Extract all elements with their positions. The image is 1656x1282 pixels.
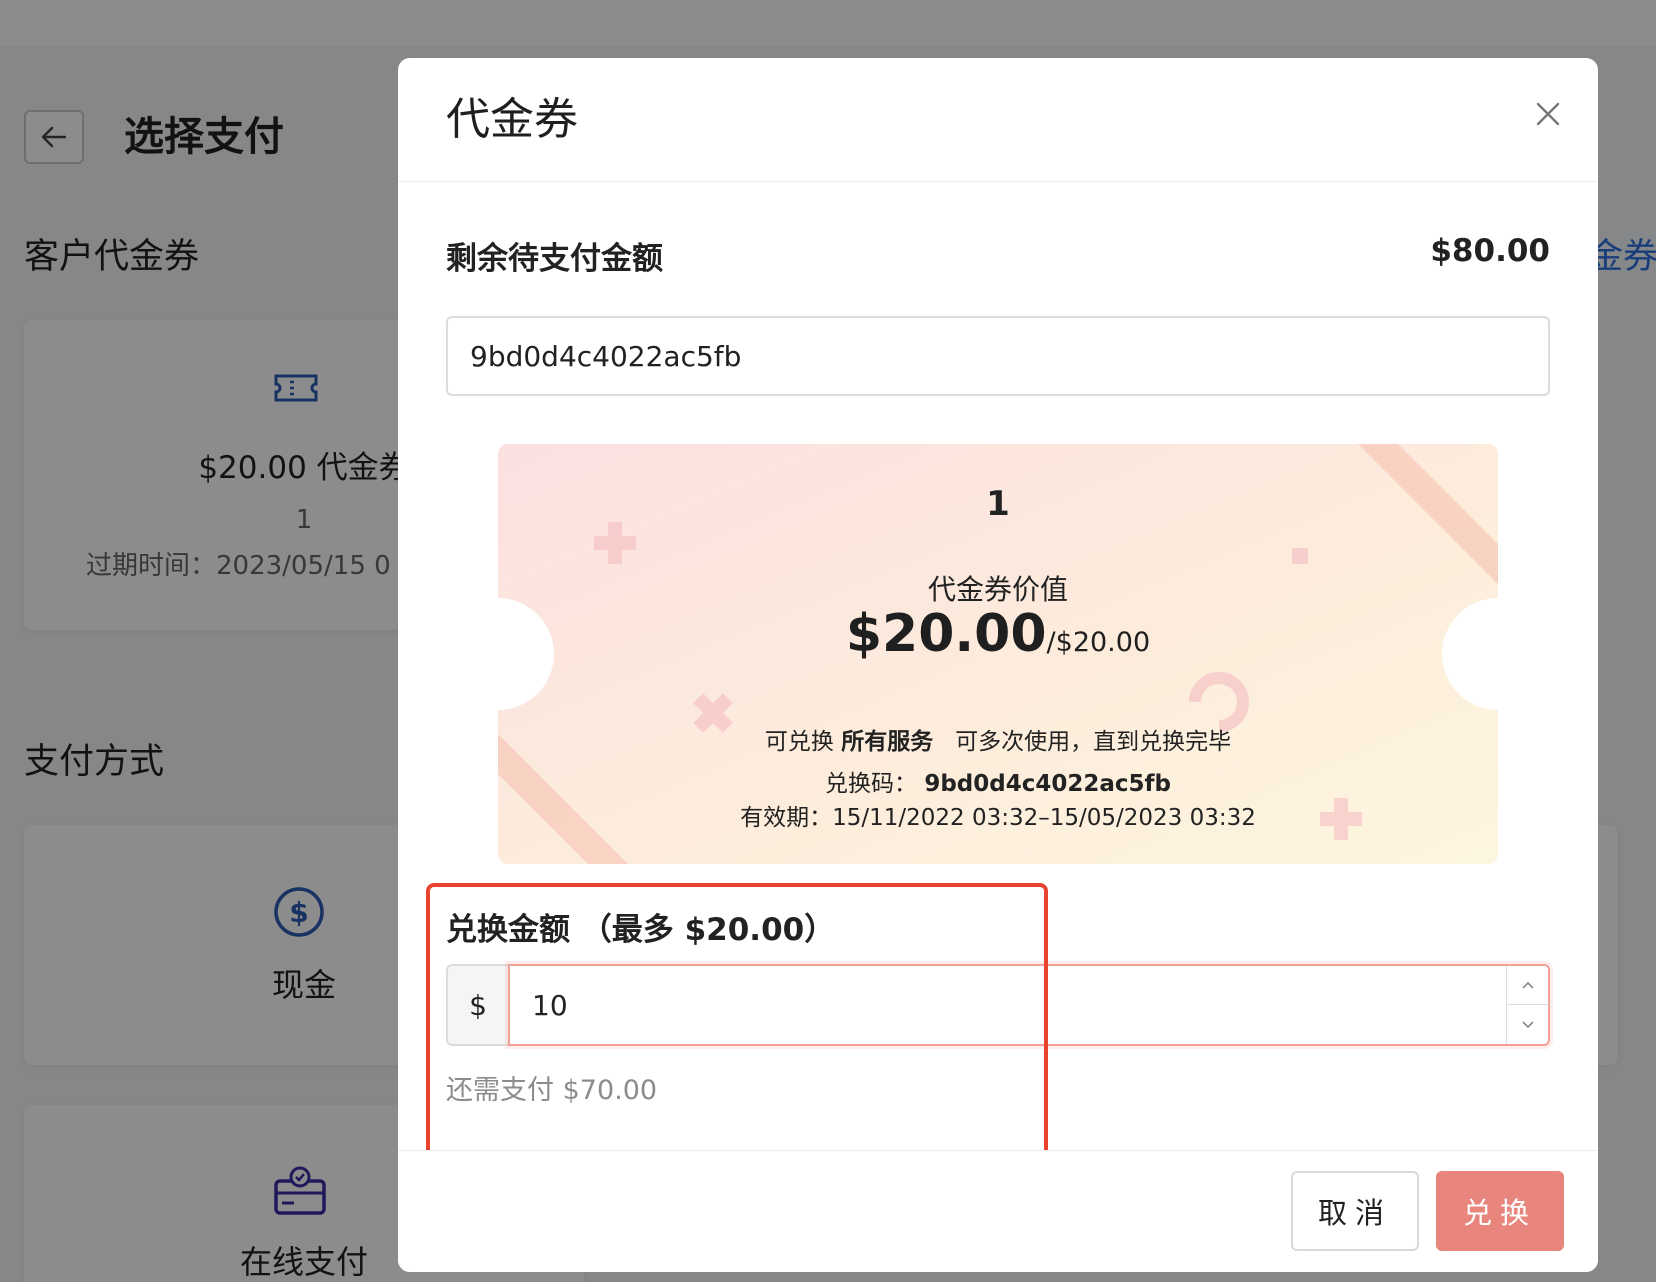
voucher-validity: 有效期：15/11/2022 03:32–15/05/2023 03:32 (740, 805, 1256, 831)
modal-header: 代金券 (398, 58, 1598, 182)
increment-button[interactable] (1507, 966, 1549, 1005)
voucher-modal: 代金券 剩余待支付金额 $80.00 9bd0d4c4022ac5fb 1 代金… (398, 58, 1598, 1272)
voucher-value-total: /$20.00 (1046, 627, 1151, 658)
remaining-amount-label: 剩余待支付金额 (446, 241, 663, 277)
highlight-annotation-box (426, 883, 1048, 1189)
close-icon[interactable] (1528, 94, 1568, 134)
modal-title: 代金券 (446, 94, 578, 145)
decrement-button[interactable] (1507, 1005, 1549, 1044)
remaining-amount-value: $80.00 (1430, 233, 1550, 269)
chevron-down-icon (1522, 1020, 1534, 1028)
chevron-up-icon (1522, 981, 1534, 989)
amount-stepper (1506, 966, 1549, 1044)
usage-scope: 所有服务 (841, 729, 934, 755)
redeem-button[interactable]: 兑换 (1436, 1171, 1564, 1251)
voucher-count: 1 (986, 484, 1010, 524)
usage-prefix: 可兑换 (764, 729, 834, 755)
voucher-usage: 可兑换 所有服务 可多次使用，直到兑换完毕 (498, 722, 1498, 756)
cancel-button[interactable]: 取消 (1291, 1171, 1419, 1251)
code-label: 兑换码： (825, 771, 917, 797)
voucher-code-input[interactable] (446, 316, 1550, 396)
voucher-value-label: 代金券价值 (927, 573, 1068, 606)
voucher-value: $20.00/$20.00 (498, 604, 1498, 664)
voucher-code-line: 兑换码： 9bd0d4c4022ac5fb (498, 764, 1498, 798)
voucher-value-main: $20.00 (845, 604, 1047, 664)
usage-rule: 可多次使用，直到兑换完毕 (955, 729, 1232, 755)
code-value: 9bd0d4c4022ac5fb (924, 771, 1171, 797)
modal-footer: 取消 兑换 (398, 1150, 1598, 1272)
voucher-ticket: 1 代金券价值 $20.00/$20.00 可兑换 所有服务 可多次使用，直到兑… (498, 444, 1498, 864)
